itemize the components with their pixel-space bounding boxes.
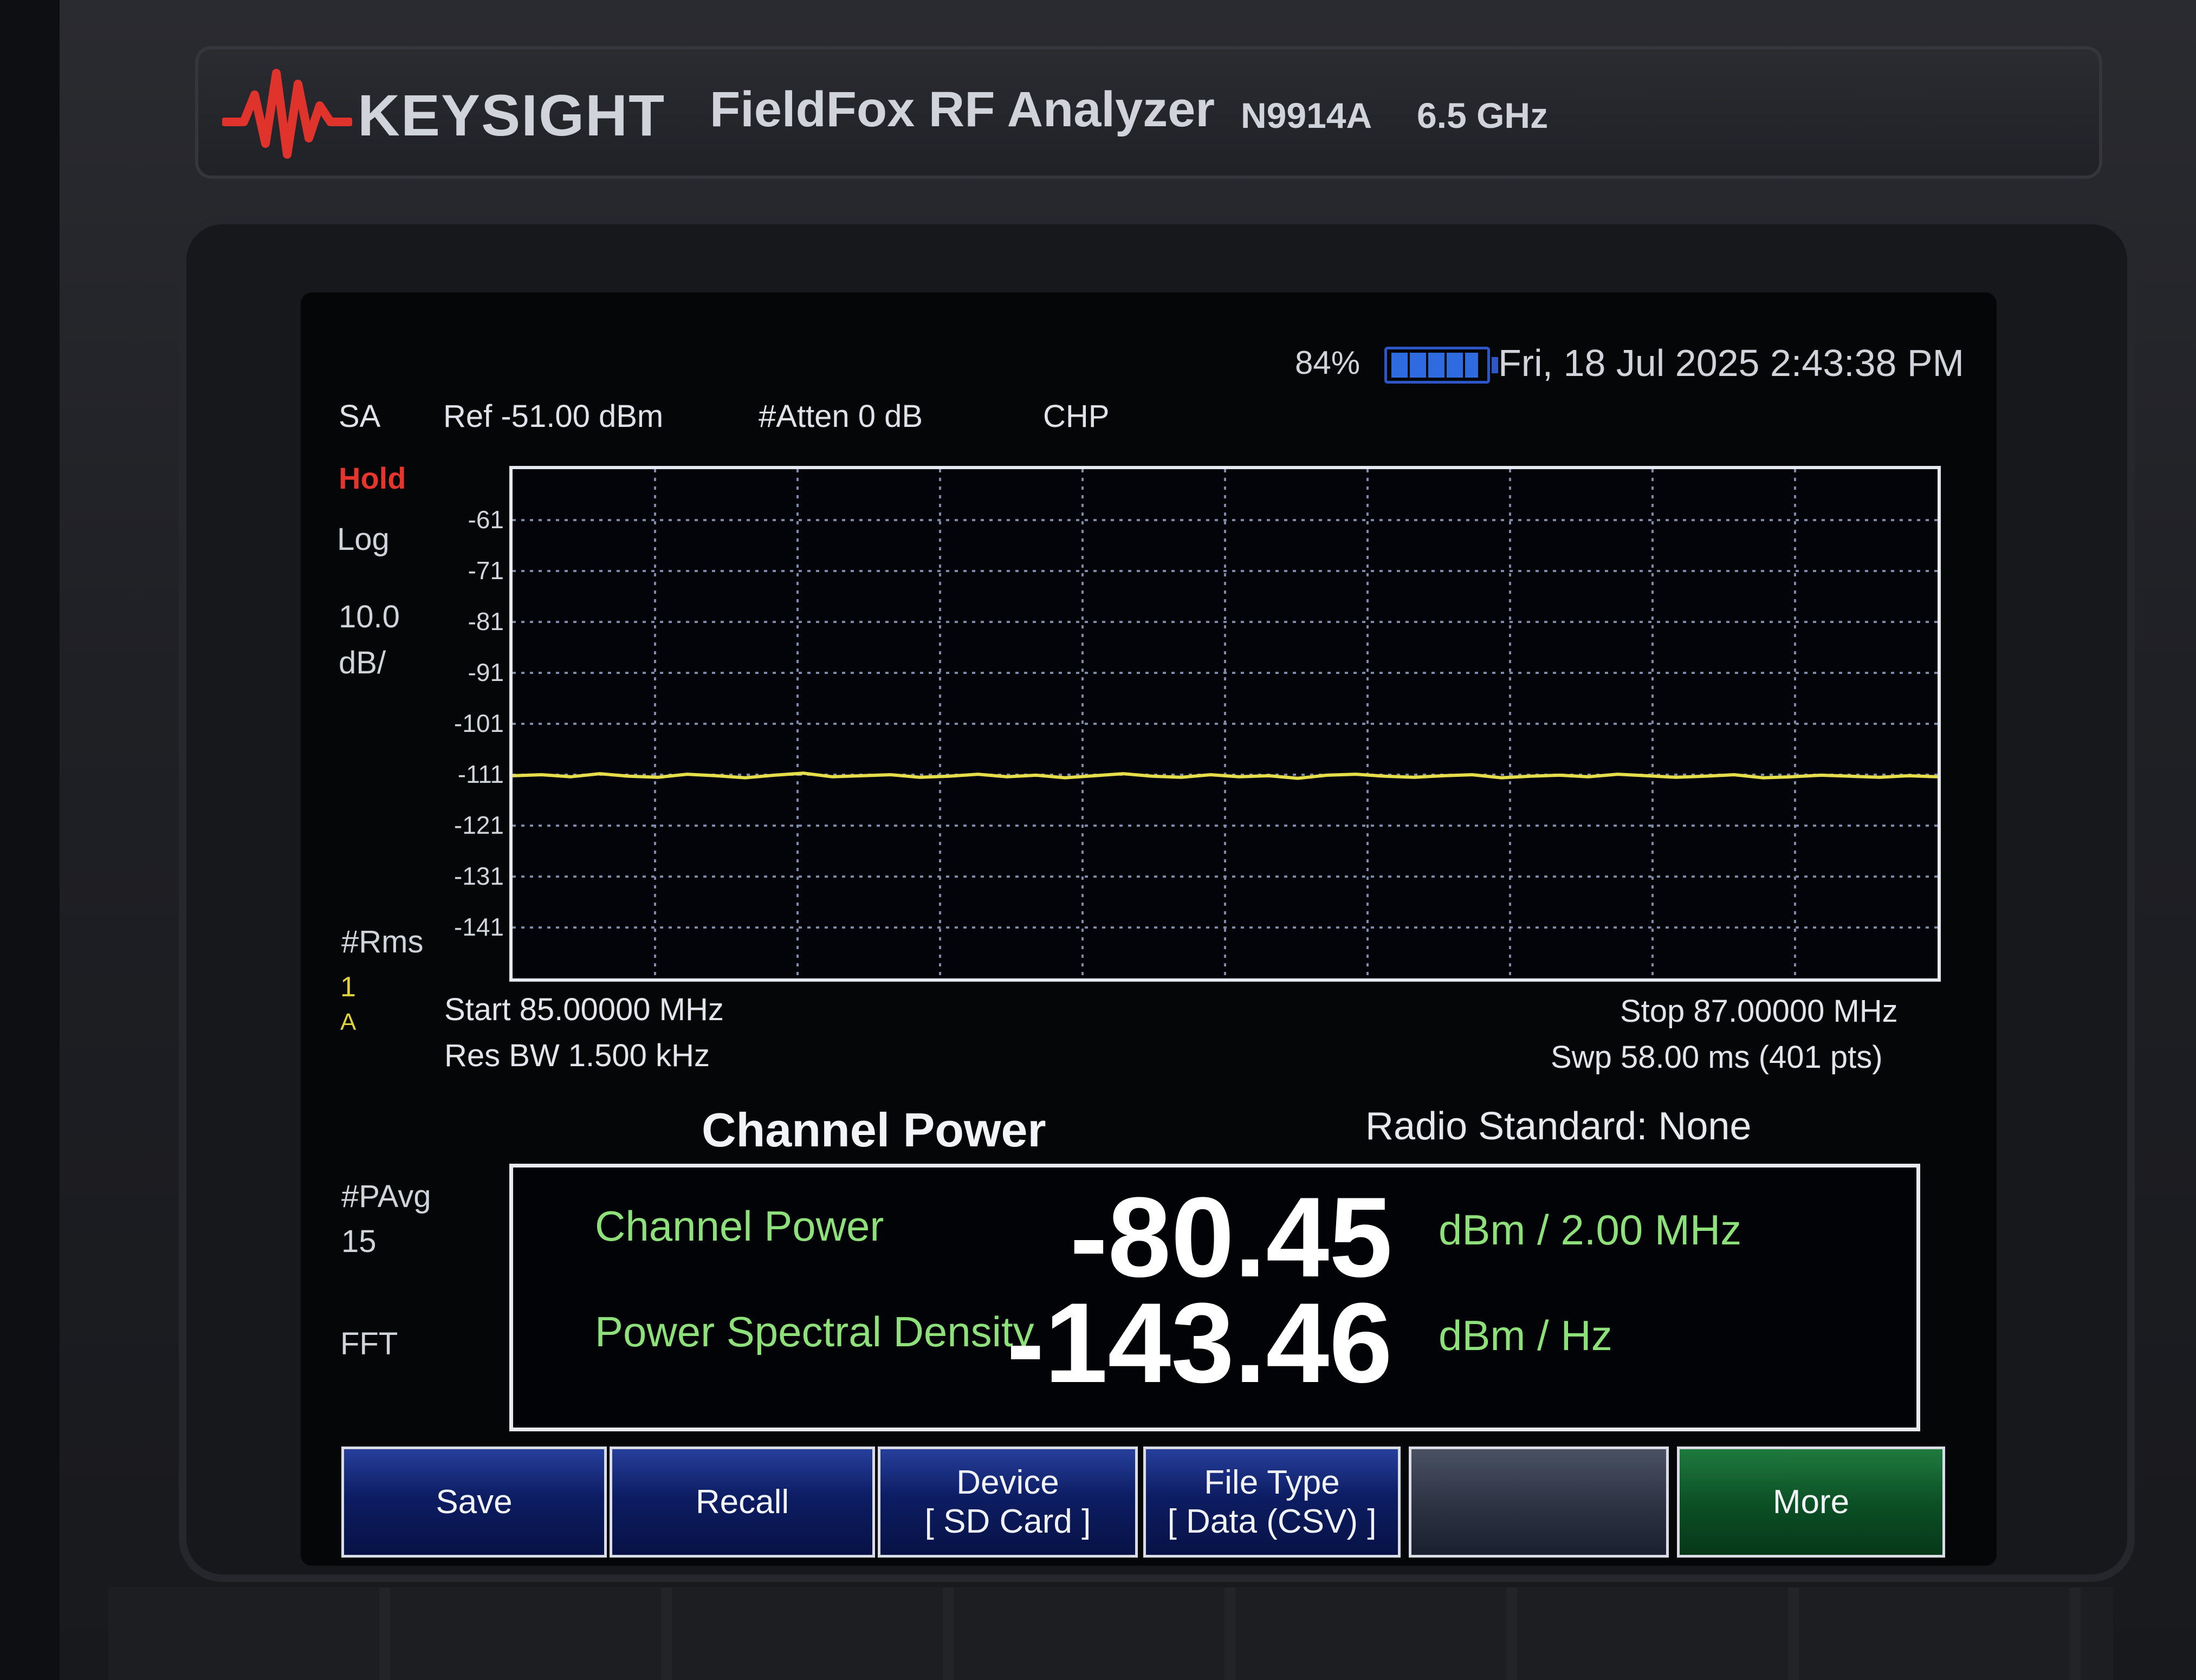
softkey-label: Device [956, 1464, 1059, 1502]
hardkey-ridge [108, 1587, 2113, 1680]
sweep-time: Swp 58.00 ms (401 pts) [1551, 1040, 1883, 1075]
left-edge [0, 0, 60, 1680]
scale-per-div-value: 10.0 [339, 599, 400, 634]
model-number: N9914A [1241, 95, 1372, 135]
hold-indicator: Hold [339, 461, 406, 495]
attenuation: #Atten 0 dB [759, 399, 923, 434]
softkey-label: More [1772, 1483, 1850, 1521]
resolution-bandwidth: Res BW 1.500 kHz [444, 1038, 710, 1073]
frequency-range: 6.5 GHz [1417, 95, 1549, 135]
detector-label: #Rms [341, 924, 424, 959]
scale-type: Log [337, 522, 390, 557]
y-tick-label: -81 [468, 607, 504, 635]
battery-icon [1384, 347, 1498, 384]
softkey-label: File Type [1204, 1464, 1340, 1502]
psd-label: Power Spectral Density [595, 1308, 1034, 1355]
spectrum-plot-svg [513, 469, 1938, 978]
mode-label: SA [339, 399, 381, 434]
softkey-sublabel: [ SD Card ] [924, 1502, 1091, 1540]
channel-power-label: Channel Power [595, 1202, 884, 1250]
y-tick-label: -121 [454, 811, 504, 839]
y-tick-label: -91 [468, 658, 504, 686]
product-name: FieldFox RF Analyzer [710, 82, 1215, 137]
ref-level: Ref -51.00 dBm [443, 399, 664, 434]
psd-unit: dBm / Hz [1439, 1312, 1612, 1359]
y-tick-label: -61 [468, 505, 504, 534]
pavg-label: #PAvg [341, 1179, 431, 1214]
file-type-softkey[interactable]: File Type [ Data (CSV) ] [1143, 1447, 1401, 1558]
sweep-mode: FFT [340, 1326, 398, 1361]
start-frequency: Start 85.00000 MHz [444, 992, 724, 1027]
channel-power-unit: dBm / 2.00 MHz [1439, 1206, 1742, 1254]
y-tick-label: -101 [454, 709, 504, 737]
scale-per-div-unit: dB/ [339, 645, 386, 680]
spectrum-plot [509, 466, 1941, 982]
softkey-sublabel: [ Data (CSV) ] [1167, 1502, 1377, 1540]
y-tick-label: -71 [468, 556, 504, 585]
softkey-label: Recall [695, 1483, 789, 1521]
blank-softkey[interactable] [1409, 1447, 1669, 1558]
keysight-logo-icon [222, 69, 352, 159]
battery-percent: 84% [1295, 345, 1361, 381]
trace-number: 1 [340, 971, 356, 1003]
recall-softkey[interactable]: Recall [610, 1447, 875, 1558]
psd-value: -143.46 [1006, 1279, 1392, 1406]
save-softkey[interactable]: Save [341, 1447, 607, 1558]
y-tick-label: -141 [454, 913, 504, 941]
results-title: Channel Power [702, 1103, 1046, 1157]
y-tick-label: -131 [454, 862, 504, 890]
radio-standard: Radio Standard: None [1365, 1105, 1752, 1148]
datetime: Fri, 18 Jul 2025 2:43:38 PM [1498, 342, 1964, 384]
device-softkey[interactable]: Device [ SD Card ] [878, 1447, 1138, 1558]
brand-name: KEYSIGHT [358, 82, 666, 148]
trace-state: A [340, 1009, 357, 1035]
stop-frequency: Stop 87.00000 MHz [1620, 994, 1898, 1029]
measurement-label: CHP [1043, 399, 1110, 434]
y-tick-label: -111 [457, 760, 504, 788]
more-softkey[interactable]: More [1677, 1447, 1945, 1558]
pavg-value: 15 [341, 1224, 377, 1259]
softkey-label: Save [436, 1483, 513, 1521]
